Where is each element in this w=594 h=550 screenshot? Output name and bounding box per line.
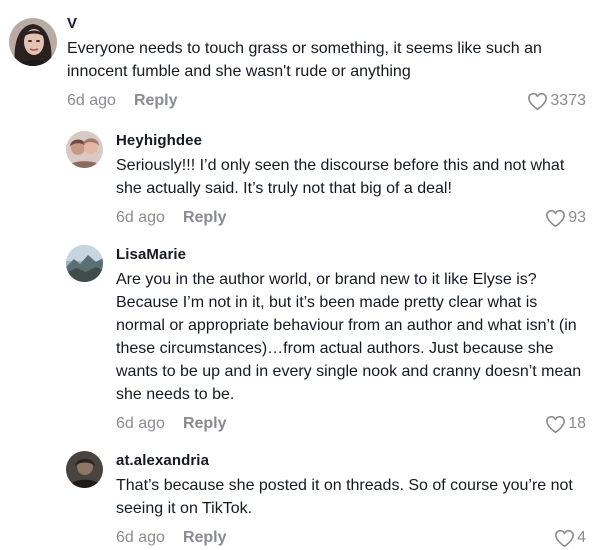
like-count: 93 <box>568 209 586 226</box>
like-count: 18 <box>568 415 586 432</box>
comment-meta: 6d ago Reply 4 <box>116 527 586 549</box>
comment-date: 6d ago <box>116 415 165 432</box>
comment-date: 6d ago <box>116 529 165 546</box>
comment-body: LisaMarie Are you in the author world, o… <box>116 245 586 435</box>
comment-meta: 6d ago Reply 93 <box>116 207 586 229</box>
comment-author[interactable]: LisaMarie <box>116 245 586 265</box>
avatar[interactable] <box>66 131 103 168</box>
heart-icon <box>546 209 566 227</box>
comment-body: V Everyone needs to touch grass or somet… <box>67 14 586 112</box>
like-button[interactable]: 3373 <box>527 92 586 111</box>
comment-meta: 6d ago Reply 3373 <box>67 90 586 112</box>
reply-button[interactable]: Reply <box>134 92 178 110</box>
avatar-landscape-icon <box>66 245 103 282</box>
comment-date: 6d ago <box>67 92 116 109</box>
comment-text: Everyone needs to touch grass or somethi… <box>67 40 542 80</box>
avatar-woman-dark-hair-icon <box>9 18 57 66</box>
comment-text: That’s because she posted it on threads.… <box>116 477 573 517</box>
like-button[interactable]: 4 <box>554 529 586 548</box>
reply-button[interactable]: Reply <box>183 415 227 433</box>
like-button[interactable]: 18 <box>545 415 586 434</box>
comment-text: Are you in the author world, or brand ne… <box>116 271 582 403</box>
avatar[interactable] <box>9 18 57 66</box>
heart-icon <box>546 415 566 433</box>
comment-author[interactable]: Heyhighdee <box>116 131 586 151</box>
heart-icon <box>555 529 575 547</box>
comment-author[interactable]: at.alexandria <box>116 451 586 471</box>
comment-body: Heyhighdee Seriously!!! I’d only seen th… <box>116 131 586 229</box>
reply-button[interactable]: Reply <box>183 529 227 547</box>
avatar[interactable] <box>66 245 103 282</box>
like-count: 4 <box>577 529 586 546</box>
avatar[interactable] <box>66 451 103 488</box>
heart-icon <box>528 92 548 110</box>
avatar-person-dark-icon <box>66 451 103 488</box>
comment-date: 6d ago <box>116 209 165 226</box>
comment-text: Seriously!!! I’d only seen the discourse… <box>116 157 565 197</box>
like-button[interactable]: 93 <box>545 209 586 228</box>
comment-meta: 6d ago Reply 18 <box>116 413 586 435</box>
like-count: 3373 <box>550 92 586 109</box>
reply-button[interactable]: Reply <box>183 209 227 227</box>
avatar-two-people-icon <box>66 131 103 168</box>
comment-author[interactable]: V <box>67 14 586 34</box>
comment-body: at.alexandria That’s because she posted … <box>116 451 586 549</box>
